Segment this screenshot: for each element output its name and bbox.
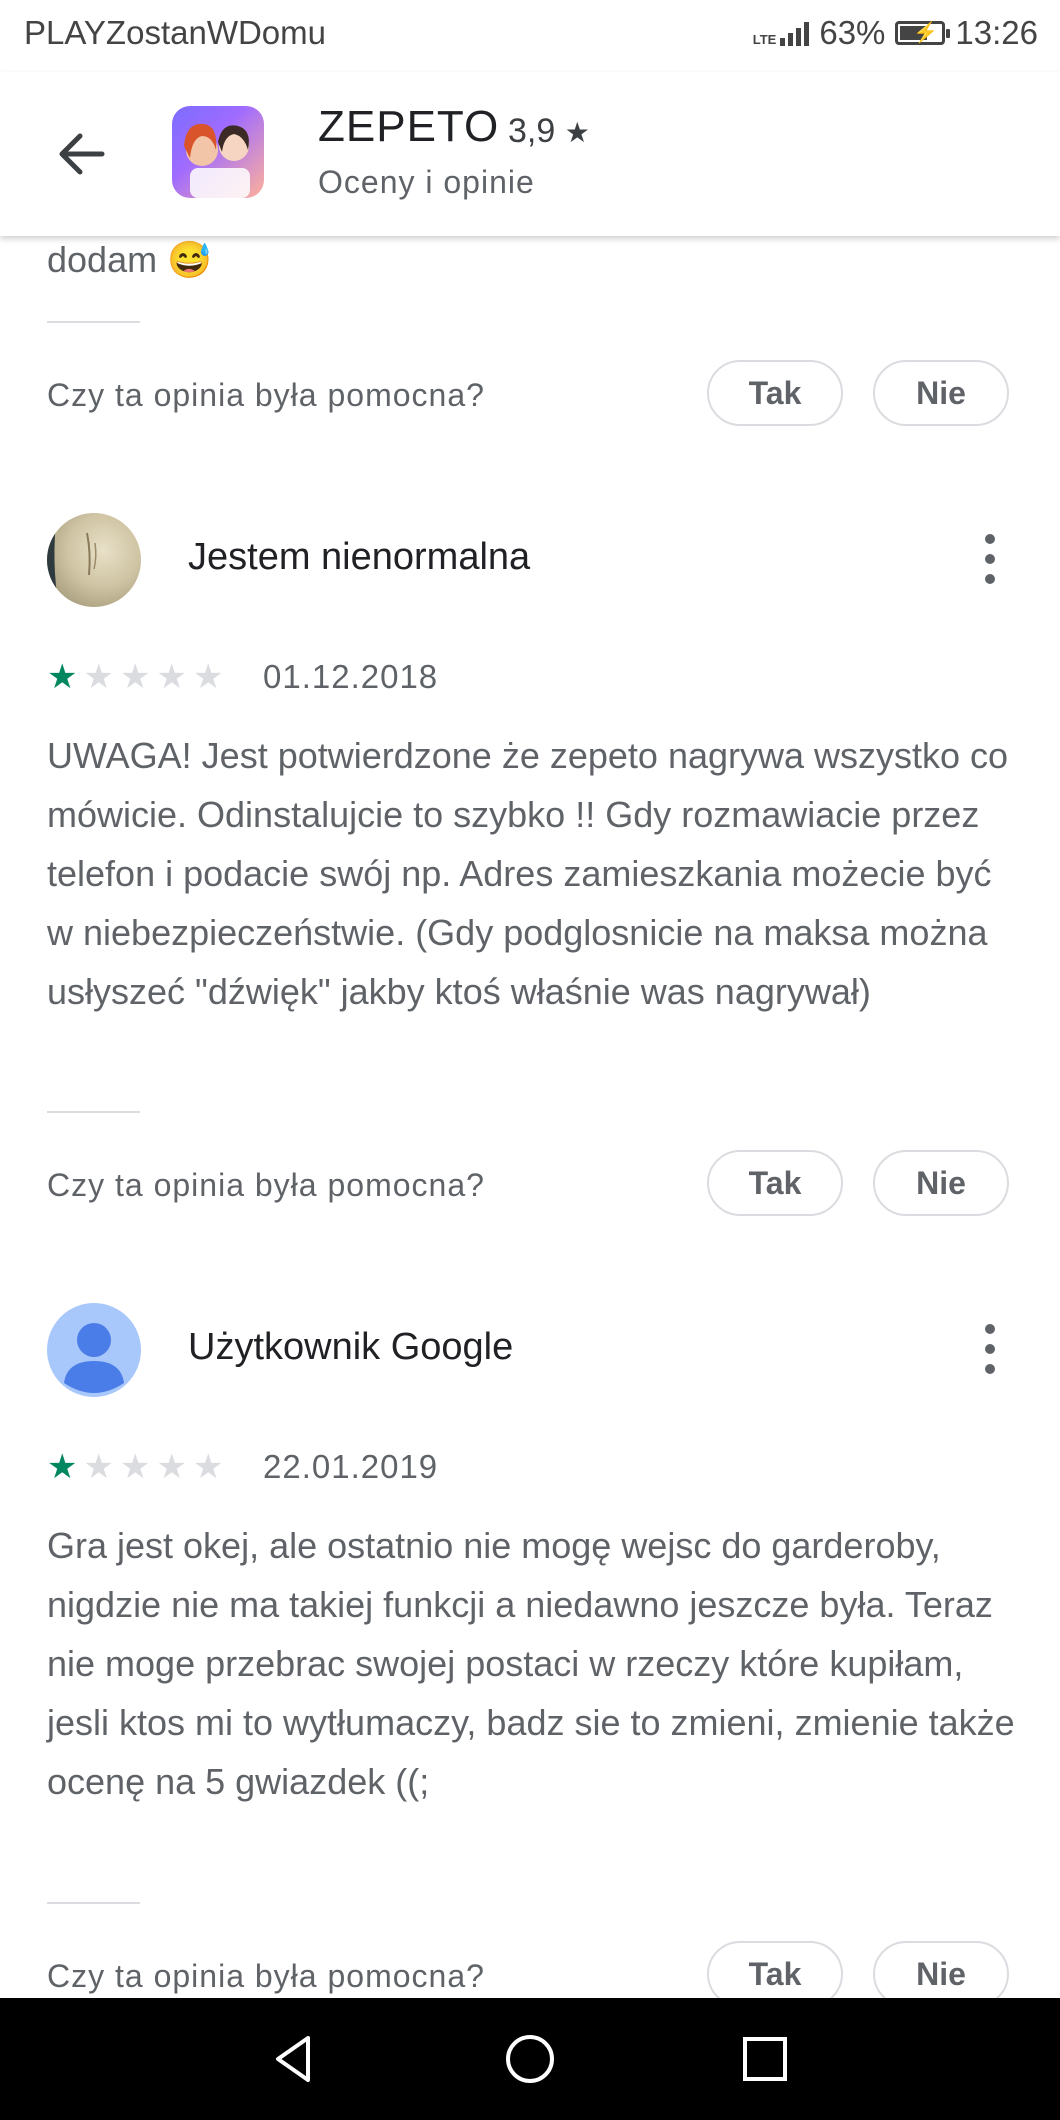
divider: [47, 321, 140, 323]
star-icon: ★: [119, 658, 151, 696]
square-recents-icon[interactable]: [734, 2028, 796, 2090]
arrow-back-icon[interactable]: [50, 122, 114, 186]
helpful-question: Czy ta opinia była pomocna?: [47, 377, 485, 413]
star-icon: ★: [47, 1448, 78, 1486]
status-indicators: LTE 63% ⚡ 13:26: [753, 14, 1038, 52]
review-text: UWAGA! Jest potwierdzone że zepeto nagry…: [47, 735, 1009, 1012]
more-vert-icon[interactable]: [970, 1319, 1010, 1379]
star-icon: ★: [83, 658, 114, 696]
system-nav-bar: [0, 1998, 1060, 2120]
battery-percent: 63%: [819, 14, 886, 51]
app-rating: 3,9 ★: [508, 112, 590, 151]
helpful-no-button[interactable]: Nie: [873, 1150, 1009, 1216]
person-icon: [64, 1323, 124, 1393]
star-icon: ★: [192, 1448, 224, 1486]
star-icon: ★: [192, 658, 224, 696]
app-title: ZEPETO: [318, 102, 500, 151]
carrier-name: PLAYZostanWDomu: [24, 14, 326, 51]
review-text: Gra jest okej, ale ostatnio nie mogę wej…: [47, 1525, 1015, 1802]
helpful-no-button[interactable]: Nie: [873, 1941, 1009, 1998]
review-date: 01.12.2018: [263, 658, 439, 695]
review-date: 22.01.2019: [263, 1448, 439, 1485]
triangle-back-icon[interactable]: [264, 2028, 326, 2090]
page-subtitle: Oceny i opinie: [318, 164, 535, 200]
more-vert-icon[interactable]: [970, 529, 1010, 589]
avatar: [47, 513, 141, 607]
reviewer-name: Jestem nienormalna: [188, 536, 531, 578]
app-rating-value: 3,9: [508, 112, 556, 150]
star-icon: ★: [47, 658, 78, 696]
reviewer-name: Użytkownik Google: [188, 1326, 514, 1368]
helpful-question: Czy ta opinia była pomocna?: [47, 1167, 485, 1203]
signal-icon: LTE: [753, 20, 810, 46]
star-icon: ★: [156, 658, 187, 696]
star-rating: ★ ★ ★ ★ ★: [47, 1450, 223, 1484]
app-icon[interactable]: [172, 106, 264, 198]
app-header: ZEPETO 3,9 ★ Oceny i opinie: [0, 72, 1060, 236]
reviews-list[interactable]: dodam 😅 Czy ta opinia była pomocna? Tak …: [0, 236, 1060, 1998]
divider: [47, 1902, 140, 1904]
star-icon: ★: [119, 1448, 151, 1486]
star-icon: ★: [564, 117, 590, 148]
helpful-yes-button[interactable]: Tak: [707, 1941, 843, 1998]
helpful-no-button[interactable]: Nie: [873, 360, 1009, 426]
network-type: LTE: [752, 32, 777, 47]
circle-home-icon[interactable]: [499, 2028, 561, 2090]
helpful-yes-button[interactable]: Tak: [707, 360, 843, 426]
helpful-question: Czy ta opinia była pomocna?: [47, 1958, 485, 1994]
review-text-fragment: dodam 😅: [47, 239, 212, 280]
status-bar: PLAYZostanWDomu LTE 63% ⚡ 13:26: [0, 0, 1060, 72]
star-icon: ★: [156, 1448, 187, 1486]
helpful-yes-button[interactable]: Tak: [707, 1150, 843, 1216]
star-icon: ★: [83, 1448, 114, 1486]
clock: 13:26: [955, 14, 1038, 51]
battery-icon: ⚡: [895, 21, 951, 45]
divider: [47, 1111, 140, 1113]
star-rating: ★ ★ ★ ★ ★: [47, 660, 223, 694]
avatar: [47, 1303, 141, 1397]
